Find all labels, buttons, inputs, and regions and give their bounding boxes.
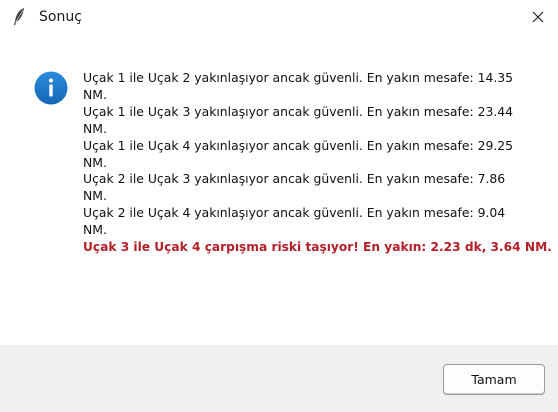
dialog-content: Uçak 1 ile Uçak 2 yakınlaşıyor ancak güv… [0, 34, 558, 345]
message-line: Uçak 2 ile Uçak 4 yakınlaşıyor ancak güv… [83, 205, 506, 221]
message-line: Uçak 1 ile Uçak 4 yakınlaşıyor ancak güv… [83, 137, 514, 153]
ok-button[interactable]: Tamam [443, 364, 545, 395]
dialog-footer: Tamam [0, 345, 558, 412]
message-text: Uçak 1 ile Uçak 2 yakınlaşıyor ancak güv… [83, 70, 552, 256]
message-line: Uçak 2 ile Uçak 3 yakınlaşıyor ancak güv… [83, 171, 506, 187]
dialog-window: Sonuç Uçak 1 ile Uçak 2 yakınlaşıyor anc… [0, 0, 558, 412]
message-line: Uçak 1 ile Uçak 3 yakınlaşıyor ancak güv… [83, 103, 514, 119]
message-line: NM. [83, 222, 107, 238]
message-line: NM. [83, 188, 107, 204]
close-button[interactable] [518, 0, 558, 34]
message-line: NM. [83, 154, 107, 170]
message-line: NM. [83, 120, 107, 136]
close-icon [532, 8, 544, 27]
info-icon [34, 71, 68, 105]
title-bar[interactable]: Sonuç [0, 0, 558, 34]
collision-alert-line: Uçak 3 ile Uçak 4 çarpışma riski taşıyor… [83, 240, 552, 255]
window-title: Sonuç [39, 9, 82, 25]
message-line: NM. [83, 86, 107, 102]
feather-icon [10, 7, 28, 27]
message-line: Uçak 1 ile Uçak 2 yakınlaşıyor ancak güv… [83, 70, 514, 85]
